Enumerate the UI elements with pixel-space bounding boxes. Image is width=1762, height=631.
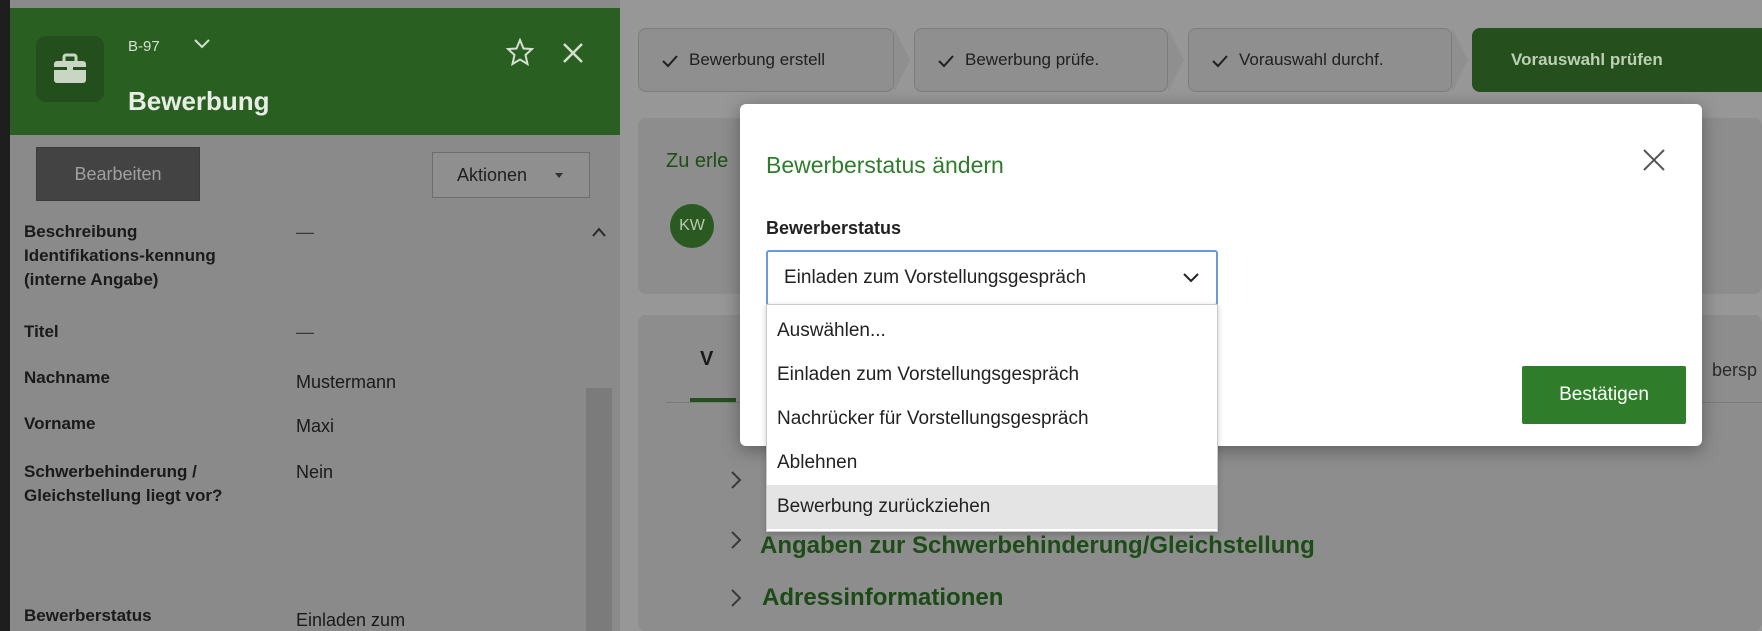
chevron-right-icon[interactable] bbox=[730, 588, 742, 608]
left-edge bbox=[0, 0, 10, 631]
option-select-placeholder[interactable]: Auswählen... bbox=[767, 309, 1217, 353]
chevron-right-icon[interactable] bbox=[730, 470, 742, 490]
dialog-title: Bewerberstatus ändern bbox=[766, 152, 1004, 178]
record-id: B-97 bbox=[128, 38, 160, 55]
record-toolbar: Bearbeiten Aktionen bbox=[10, 135, 620, 217]
step-arrow bbox=[1168, 28, 1184, 92]
tasks-title: Zu erle bbox=[666, 150, 729, 172]
status-select[interactable]: Einladen zum Vorstellungsgespräch bbox=[766, 250, 1218, 306]
tab-partial[interactable]: bersp bbox=[1712, 360, 1757, 381]
record-type-icon-box bbox=[36, 36, 104, 102]
section-header-adressinformationen[interactable]: Adressinformationen bbox=[762, 584, 1003, 612]
step-3[interactable]: Vorauswahl durchf. bbox=[1188, 28, 1452, 92]
confirm-button[interactable]: Bestätigen bbox=[1522, 366, 1686, 424]
step-label: Vorauswahl prüfen bbox=[1511, 50, 1663, 69]
check-icon bbox=[1212, 55, 1228, 68]
check-icon bbox=[938, 55, 954, 68]
field-label: Nachname bbox=[24, 368, 110, 387]
field-label: Titel bbox=[24, 322, 59, 341]
field-label: Beschreibung Identifikations-kennung (in… bbox=[24, 222, 216, 289]
record-sidebar: B-97 Bewerbung Bearbeiten Aktionen Besch… bbox=[0, 0, 620, 631]
field-label: Vorname bbox=[24, 414, 96, 433]
status-field-label: Bewerberstatus bbox=[766, 218, 902, 238]
close-icon[interactable] bbox=[1642, 148, 1666, 172]
scrollbar-thumb[interactable] bbox=[586, 388, 612, 631]
step-label: Bewerbung prüfe. bbox=[965, 50, 1100, 69]
edit-button[interactable]: Bearbeiten bbox=[36, 147, 200, 201]
tab-details[interactable]: V bbox=[700, 348, 713, 371]
option-withdraw-application[interactable]: Bewerbung zurückziehen bbox=[767, 485, 1217, 529]
step-label: Vorauswahl durchf. bbox=[1239, 50, 1384, 69]
step-4-current[interactable]: Vorauswahl prüfen bbox=[1472, 28, 1762, 92]
avatar[interactable]: KW bbox=[670, 204, 714, 248]
field-value: Nein bbox=[296, 462, 334, 482]
field-list-scrollbar[interactable] bbox=[584, 220, 614, 631]
caret-down-icon bbox=[555, 173, 563, 178]
check-icon bbox=[662, 55, 678, 68]
actions-label: Aktionen bbox=[457, 165, 528, 185]
field-value: — bbox=[296, 222, 314, 242]
step-1[interactable]: Bewerbung erstell bbox=[638, 28, 894, 92]
status-options-list: Auswählen... Einladen zum Vorstellungsge… bbox=[766, 304, 1218, 532]
option-reject[interactable]: Ablehnen bbox=[767, 441, 1217, 485]
step-arrow bbox=[894, 28, 910, 92]
field-value: — bbox=[296, 322, 314, 342]
actions-button[interactable]: Aktionen bbox=[432, 152, 590, 198]
record-title: Bewerbung bbox=[128, 86, 270, 116]
step-label: Bewerbung erstell bbox=[689, 50, 826, 69]
step-arrow bbox=[1452, 28, 1468, 92]
option-waitlist-interview[interactable]: Nachrücker für Vorstellungsgespräch bbox=[767, 397, 1217, 441]
selected-value: Einladen zum Vorstellungsgespräch bbox=[784, 267, 1087, 288]
field-list: Beschreibung Identifikations-kennung (in… bbox=[10, 220, 580, 631]
option-invite-interview[interactable]: Einladen zum Vorstellungsgespräch bbox=[767, 353, 1217, 397]
record-header: B-97 Bewerbung bbox=[10, 8, 620, 135]
chevron-down-icon[interactable] bbox=[193, 38, 211, 50]
field-value: Mustermann bbox=[296, 372, 397, 392]
chevron-down-icon bbox=[1183, 273, 1199, 283]
chevron-right-icon[interactable] bbox=[730, 530, 742, 550]
field-label: Schwerbehinderung / Gleichstellung liegt… bbox=[24, 462, 223, 505]
star-icon[interactable] bbox=[506, 38, 534, 66]
field-value: Einladen zum bbox=[296, 610, 406, 630]
step-2[interactable]: Bewerbung prüfe. bbox=[914, 28, 1168, 92]
field-value: Maxi bbox=[296, 416, 335, 436]
briefcase-icon bbox=[54, 53, 86, 83]
section-header-schwerbehinderung[interactable]: Angaben zur Schwerbehinderung/Gleichstel… bbox=[760, 532, 1315, 560]
chevron-up-icon[interactable] bbox=[591, 226, 607, 238]
close-icon[interactable] bbox=[562, 42, 584, 64]
field-label: Bewerberstatus bbox=[24, 606, 152, 625]
